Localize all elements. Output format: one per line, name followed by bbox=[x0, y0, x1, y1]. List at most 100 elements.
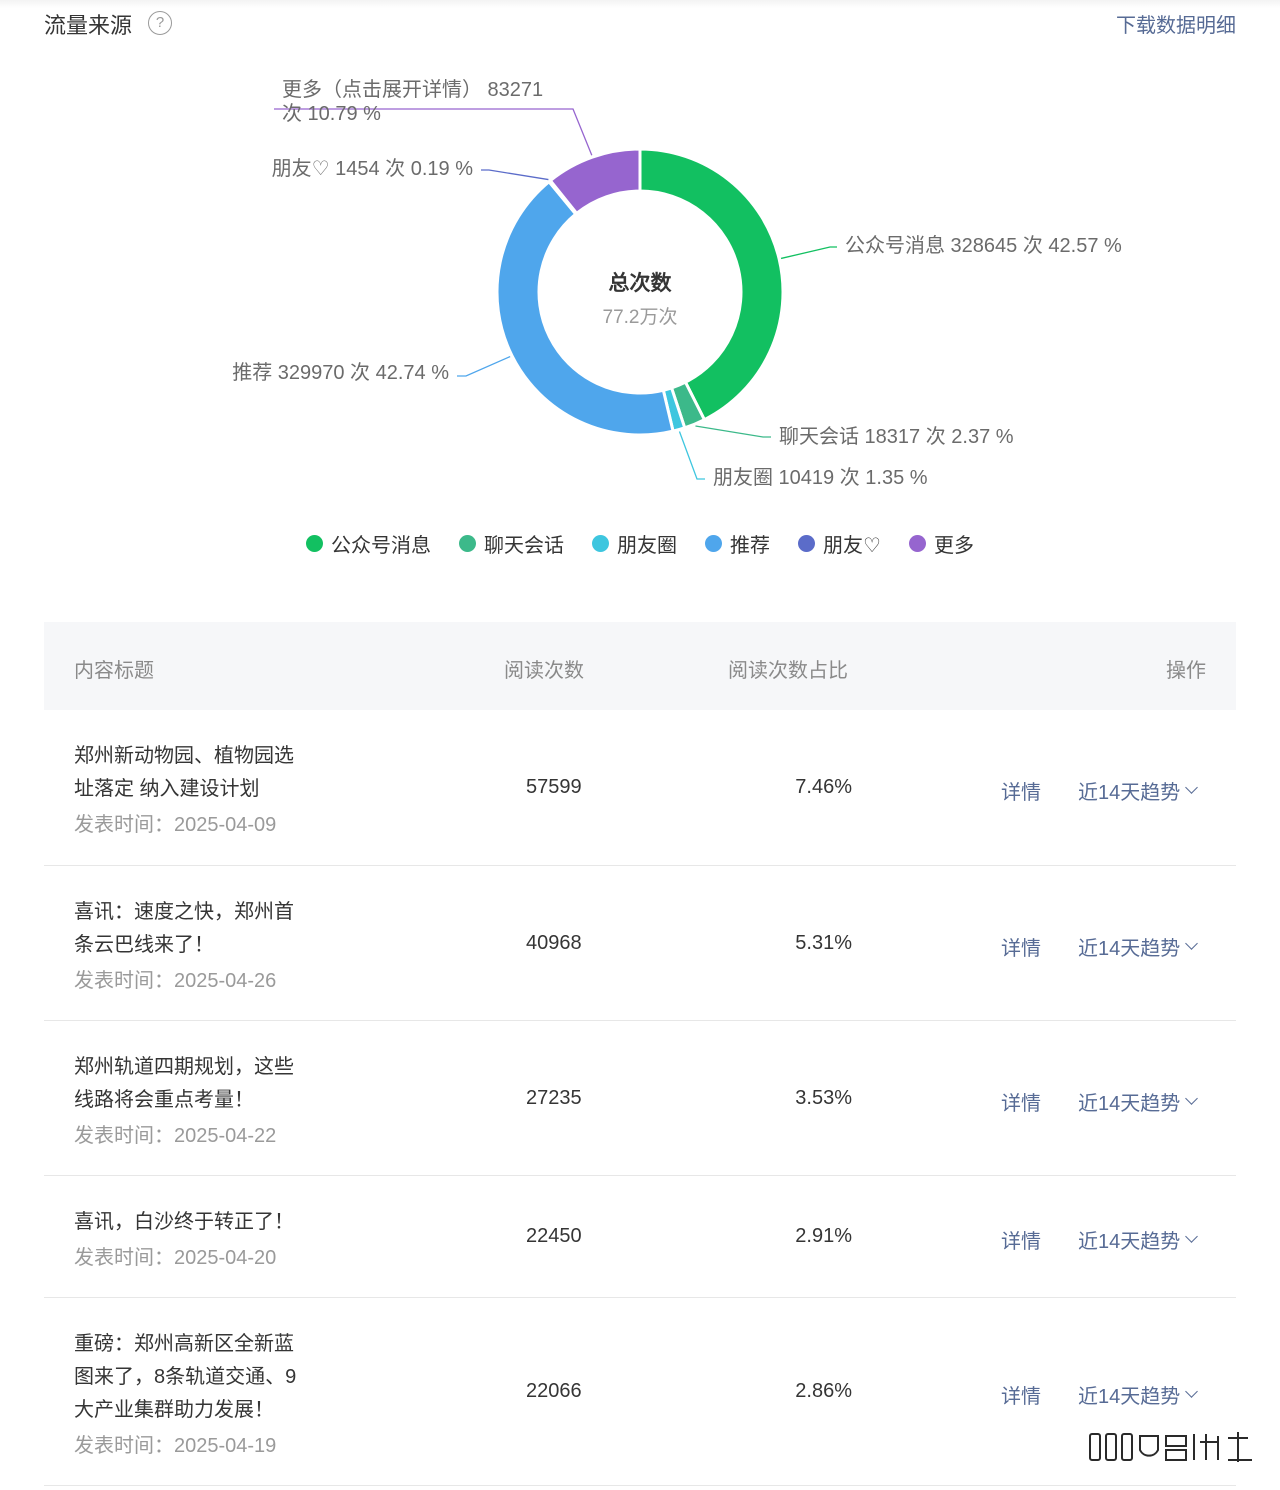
slice-label-4: 朋友♡ 1454 次 0.19 % bbox=[272, 157, 474, 180]
article-title-line: 郑州新动物园、植物园选 bbox=[74, 745, 294, 767]
article-title[interactable]: 郑州轨道四期规划，这些 线路将会重点考量！ bbox=[74, 1051, 314, 1117]
article-title[interactable]: 郑州新动物园、植物园选 址落定 纳入建设计划 bbox=[74, 740, 314, 806]
table-header: 内容标题 阅读次数 阅读次数占比 操作 bbox=[44, 622, 1236, 710]
table-row: 喜讯，白沙终于转正了！ 发表时间：2025-04-20 22450 2.91% 详情 近1… bbox=[44, 1176, 1236, 1298]
header-operation: 操作 bbox=[1166, 660, 1206, 682]
help-icon[interactable]: ? bbox=[148, 11, 172, 35]
article-title-line: 线路将会重点考量！ bbox=[74, 1089, 254, 1111]
watermark-logo bbox=[1089, 1432, 1252, 1462]
section-header: 流量来源 ? 下载数据明细 bbox=[44, 6, 1236, 40]
article-title-line: 大产业集群助力发展！ bbox=[74, 1399, 274, 1421]
slice-label-5: 更多（点击展开详情） 83271 bbox=[282, 78, 543, 101]
legend-dot bbox=[306, 534, 324, 552]
article-title[interactable]: 喜讯，白沙终于转正了！ bbox=[74, 1206, 314, 1239]
legend-item-4[interactable]: 朋友♡ bbox=[798, 529, 881, 558]
legend-dot bbox=[798, 534, 816, 552]
table-row: 重磅：郑州高新区全新蓝 图来了，8条轨道交通、9 大产业集群助力发展！ 发表时间：20… bbox=[44, 1298, 1236, 1486]
legend-label: 公众号消息 bbox=[331, 534, 432, 557]
trend-dropdown[interactable]: 近14天趋势 bbox=[1078, 1087, 1199, 1116]
detail-link[interactable]: 详情 bbox=[1001, 932, 1041, 961]
publish-date: 发表时间：2025-04-26 bbox=[74, 970, 277, 992]
article-title[interactable]: 重磅：郑州高新区全新蓝 图来了，8条轨道交通、9 大产业集群助力发展！ bbox=[74, 1328, 314, 1427]
slice-label-2: 朋友圈 10419 次 1.35 % bbox=[713, 466, 928, 489]
read-ratio: 2.91% bbox=[795, 1225, 852, 1247]
article-title-line: 喜讯，白沙终于转正了！ bbox=[74, 1211, 294, 1233]
leader-line-3 bbox=[457, 355, 511, 377]
legend-item-3[interactable]: 推荐 bbox=[705, 529, 770, 558]
legend-dot bbox=[705, 534, 723, 552]
article-title-line: 图来了，8条轨道交通、9 bbox=[74, 1366, 297, 1388]
leader-line-1 bbox=[695, 425, 771, 438]
chevron-down-icon bbox=[1185, 1385, 1199, 1398]
trend-dropdown[interactable]: 近14天趋势 bbox=[1078, 1225, 1199, 1254]
article-title-line: 喜讯：速度之快，郑州首 bbox=[74, 901, 294, 923]
article-table: 内容标题 阅读次数 阅读次数占比 操作 郑州新动物园、植物园选 址落定 纳入建设计… bbox=[44, 622, 1236, 1486]
table-row: 喜讯：速度之快，郑州首 条云巴线来了！ 发表时间：2025-04-26 40968 5.… bbox=[44, 866, 1236, 1021]
center-title: 总次数 bbox=[609, 271, 673, 295]
read-count: 40968 bbox=[526, 932, 582, 954]
trend-label: 近14天趋势 bbox=[1078, 938, 1181, 960]
table-body: 郑州新动物园、植物园选 址落定 纳入建设计划 发表时间：2025-04-09 5759… bbox=[44, 710, 1236, 1486]
read-count: 27235 bbox=[526, 1087, 582, 1109]
article-title-line: 条云巴线来了！ bbox=[74, 934, 214, 956]
download-details-link[interactable]: 下载数据明细 bbox=[1116, 9, 1236, 38]
legend-label: 朋友圈 bbox=[617, 534, 678, 557]
read-count: 22450 bbox=[526, 1225, 582, 1247]
read-ratio: 5.31% bbox=[795, 932, 852, 954]
article-title[interactable]: 喜讯：速度之快，郑州首 条云巴线来了！ bbox=[74, 896, 314, 962]
trend-dropdown[interactable]: 近14天趋势 bbox=[1078, 1380, 1199, 1409]
read-ratio: 3.53% bbox=[795, 1087, 852, 1109]
read-count: 22066 bbox=[526, 1380, 582, 1402]
slice-label-5: 次 10.79 % bbox=[282, 102, 381, 125]
detail-link[interactable]: 详情 bbox=[1001, 776, 1041, 805]
publish-date: 发表时间：2025-04-09 bbox=[74, 814, 277, 836]
slice-label-1: 聊天会话 18317 次 2.37 % bbox=[779, 425, 1014, 448]
section-title: 流量来源 bbox=[44, 13, 133, 38]
trend-label: 近14天趋势 bbox=[1078, 1386, 1181, 1408]
legend-item-1[interactable]: 聊天会话 bbox=[459, 529, 564, 558]
legend-label: 朋友♡ bbox=[823, 534, 881, 557]
table-row: 郑州轨道四期规划，这些 线路将会重点考量！ 发表时间：2025-04-22 27235… bbox=[44, 1021, 1236, 1176]
article-title-line: 郑州轨道四期规划，这些 bbox=[74, 1056, 294, 1078]
table-row: 郑州新动物园、植物园选 址落定 纳入建设计划 发表时间：2025-04-09 5759… bbox=[44, 710, 1236, 866]
detail-link[interactable]: 详情 bbox=[1001, 1225, 1041, 1254]
legend-item-0[interactable]: 公众号消息 bbox=[306, 529, 431, 558]
leader-line-4 bbox=[481, 169, 549, 181]
legend-dot bbox=[908, 534, 926, 552]
legend-label: 更多 bbox=[933, 534, 974, 557]
legend-item-5[interactable]: 更多 bbox=[908, 529, 974, 558]
trend-label: 近14天趋势 bbox=[1078, 782, 1181, 804]
leader-line-2 bbox=[678, 431, 705, 480]
trend-label: 近14天趋势 bbox=[1078, 1093, 1181, 1115]
article-title-line: 址落定 纳入建设计划 bbox=[74, 778, 260, 800]
slice-label-0: 公众号消息 328645 次 42.57 % bbox=[845, 234, 1122, 257]
publish-date: 发表时间：2025-04-19 bbox=[74, 1435, 277, 1457]
legend-label: 聊天会话 bbox=[484, 534, 565, 557]
chevron-down-icon bbox=[1185, 1230, 1199, 1243]
legend-item-2[interactable]: 朋友圈 bbox=[592, 529, 677, 558]
header-ratio[interactable]: 阅读次数占比 bbox=[728, 654, 848, 683]
detail-link[interactable]: 详情 bbox=[1001, 1087, 1041, 1116]
legend-dot bbox=[459, 534, 477, 552]
slice-label-3: 推荐 329970 次 42.74 % bbox=[232, 361, 449, 384]
header-reads[interactable]: 阅读次数 bbox=[504, 654, 584, 683]
chart-legend: 公众号消息 聊天会话 朋友圈 推荐 朋友♡ 更多 bbox=[0, 528, 1280, 558]
article-title-line: 重磅：郑州高新区全新蓝 bbox=[74, 1333, 294, 1355]
legend-label: 推荐 bbox=[730, 534, 771, 557]
read-ratio: 7.46% bbox=[795, 776, 852, 798]
legend-dot bbox=[592, 534, 610, 552]
chevron-down-icon bbox=[1185, 781, 1199, 794]
chevron-down-icon bbox=[1185, 937, 1199, 950]
trend-dropdown[interactable]: 近14天趋势 bbox=[1078, 932, 1199, 961]
detail-link[interactable]: 详情 bbox=[1001, 1380, 1041, 1409]
trend-label: 近14天趋势 bbox=[1078, 1231, 1181, 1253]
leader-line-0 bbox=[780, 246, 837, 260]
center-value: 77.2万次 bbox=[603, 306, 678, 328]
publish-date: 发表时间：2025-04-20 bbox=[74, 1247, 277, 1269]
read-ratio: 2.86% bbox=[795, 1380, 852, 1402]
read-count: 57599 bbox=[526, 776, 582, 798]
header-title: 内容标题 bbox=[74, 660, 154, 682]
publish-date: 发表时间：2025-04-22 bbox=[74, 1125, 277, 1147]
traffic-source-donut-chart: 公众号消息 328645 次 42.57 % 聊天会话 18317 次 2.37 … bbox=[232, 78, 1122, 489]
trend-dropdown[interactable]: 近14天趋势 bbox=[1078, 776, 1199, 805]
